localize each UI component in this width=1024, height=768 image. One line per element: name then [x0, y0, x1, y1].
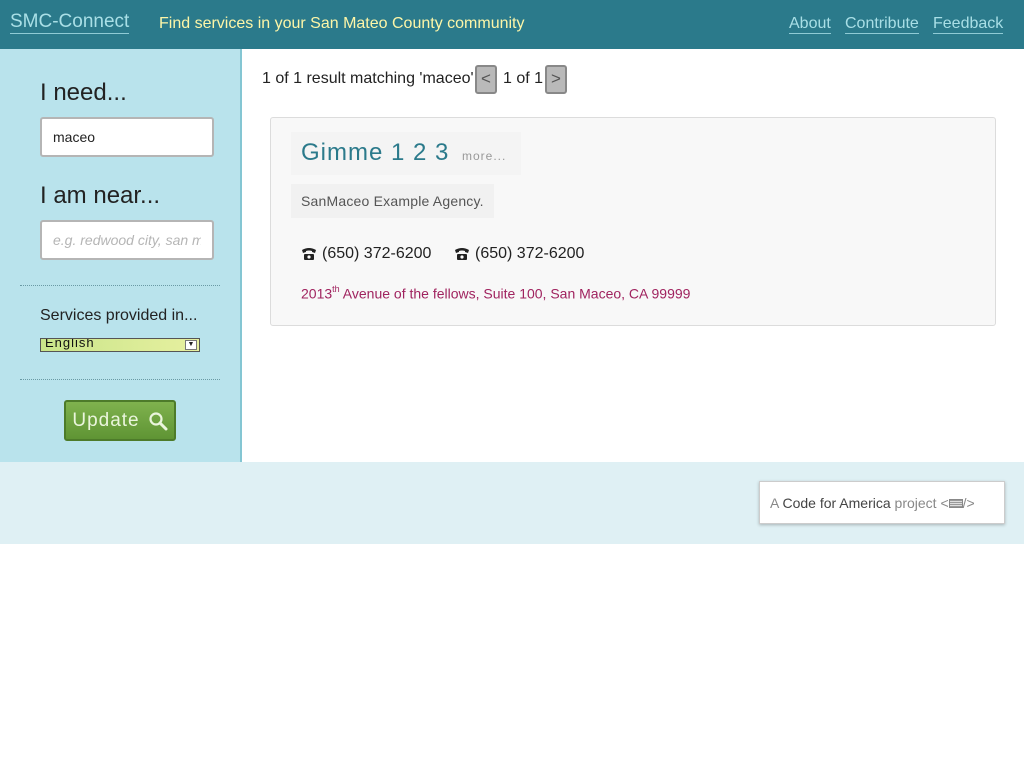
- site-tagline: Find services in your San Mateo County c…: [159, 15, 525, 32]
- telephone-icon: [455, 248, 469, 260]
- near-heading: I am near...: [40, 182, 161, 209]
- results-summary: 1 of 1 result matching 'maceo': [262, 70, 474, 87]
- update-button-label: Update: [72, 409, 140, 431]
- cfa-prefix: A: [770, 495, 783, 511]
- us-flag-icon: [948, 498, 963, 508]
- site-header: SMC-Connect Find services in your San Ma…: [0, 0, 1024, 49]
- address-number: 2013: [301, 285, 333, 302]
- telephone-icon: [302, 248, 316, 260]
- phone-number[interactable]: (650) 372-6200: [454, 245, 584, 263]
- language-selected-value: English: [45, 338, 95, 350]
- phone-number-text: (650) 372-6200: [475, 245, 585, 262]
- magnifier-icon: [149, 411, 168, 430]
- cfa-badge[interactable]: A Code for America project < />: [759, 481, 1005, 524]
- language-select[interactable]: English ▼: [40, 338, 200, 352]
- chevron-down-icon: ▼: [185, 340, 197, 350]
- result-title-link[interactable]: Gimme 1 2 3: [301, 139, 449, 167]
- address-link[interactable]: 2013th Avenue of the fellows, Suite 100,…: [301, 284, 691, 302]
- site-footer: A Code for America project < />: [0, 462, 1024, 544]
- phone-number-text: (650) 372-6200: [322, 245, 432, 262]
- language-label: Services provided in...: [40, 307, 198, 324]
- pager-next-button[interactable]: >: [545, 65, 567, 94]
- search-sidebar: I need... I am near... Services provided…: [0, 49, 242, 462]
- address-rest: Avenue of the fellows, Suite 100, San Ma…: [339, 285, 691, 302]
- cfa-text: A Code for America project < />: [770, 495, 975, 511]
- cfa-suffix: project <: [890, 495, 949, 511]
- result-card: Gimme 1 2 3 more... SanMaceo Example Age…: [270, 117, 996, 326]
- cfa-end: />: [962, 495, 975, 511]
- result-more-link[interactable]: more...: [462, 149, 506, 163]
- phone-number[interactable]: (650) 372-6200: [301, 245, 431, 263]
- nav-feedback-link[interactable]: Feedback: [933, 15, 1004, 34]
- brand-link[interactable]: SMC-Connect: [10, 11, 130, 34]
- location-input[interactable]: [40, 220, 214, 260]
- result-title-box: Gimme 1 2 3 more...: [291, 132, 521, 175]
- pager-status: 1 of 1: [503, 70, 544, 87]
- pager-prev-button[interactable]: <: [475, 65, 497, 94]
- sidebar-divider: [20, 379, 220, 380]
- nav-about-link[interactable]: About: [789, 15, 831, 34]
- agency-name: SanMaceo Example Agency.: [301, 193, 484, 209]
- cfa-org-name: Code for America: [782, 495, 891, 511]
- update-button[interactable]: Update: [64, 400, 176, 441]
- agency-box: SanMaceo Example Agency.: [291, 184, 494, 218]
- keyword-search-input[interactable]: [40, 117, 214, 157]
- sidebar-divider: [20, 285, 220, 286]
- need-heading: I need...: [40, 79, 127, 106]
- nav-contribute-link[interactable]: Contribute: [845, 15, 919, 34]
- address-suffix: th: [332, 284, 340, 294]
